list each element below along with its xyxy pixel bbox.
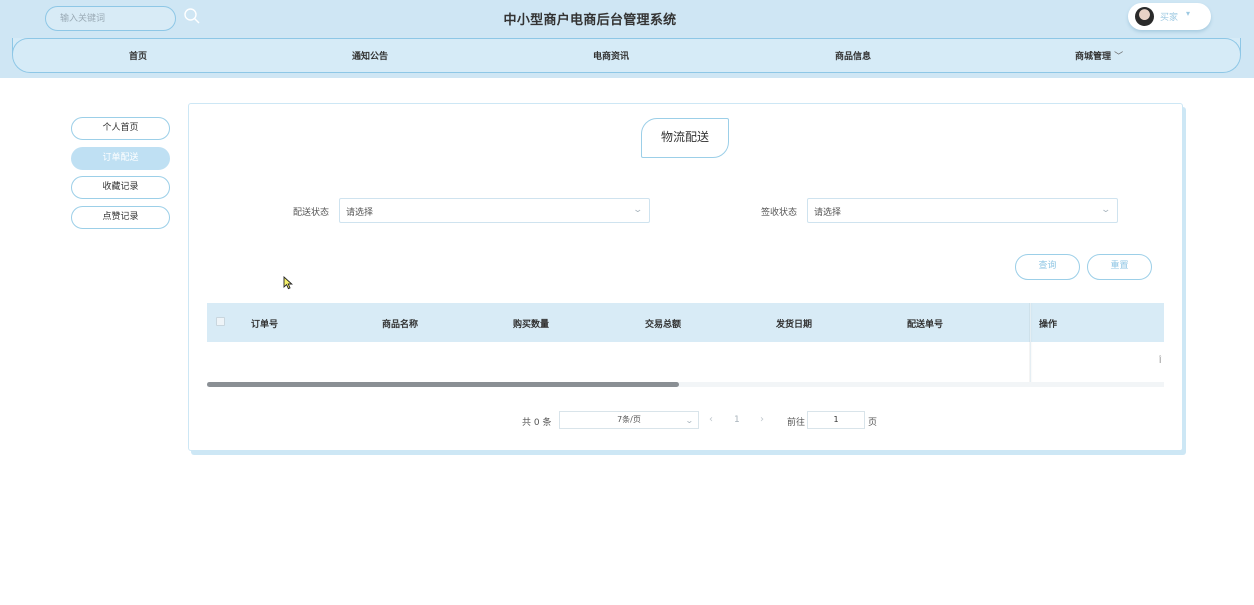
chevron-down-icon: ﹀ (1114, 52, 1124, 62)
chevron-down-icon: ⌄ (685, 416, 695, 425)
sign-status-placeholder: 请选择 (814, 208, 842, 218)
sidebar-item-likes[interactable]: 点赞记录 (71, 206, 170, 229)
column-header-actions: 操作 (1039, 320, 1058, 330)
sidebar-item-order-delivery[interactable]: 订单配送 (71, 147, 170, 170)
user-name: 买家 (1160, 13, 1179, 23)
delivery-status-select[interactable]: 请选择 ⌄ (339, 198, 650, 223)
main-nav: 首页 通知公告 电商资讯 商品信息 商城管理 ﹀ (12, 38, 1241, 73)
nav-item-news[interactable]: 电商资讯 (593, 49, 629, 62)
mouse-cursor-icon (283, 276, 293, 290)
sign-status-select[interactable]: 请选择 ⌄ (807, 198, 1118, 223)
nav-item-notice[interactable]: 通知公告 (352, 49, 388, 62)
clipped-empty-text: Î (1159, 356, 1162, 365)
select-all-checkbox[interactable] (216, 317, 225, 326)
horizontal-scrollbar-thumb[interactable] (207, 382, 679, 387)
column-header-product-name[interactable]: 商品名称 (382, 317, 418, 330)
column-header-ship-date[interactable]: 发货日期 (776, 317, 812, 330)
fixed-column-divider (1030, 303, 1031, 387)
page-suffix-label: 页 (868, 418, 878, 428)
page-title: 物流配送 (641, 118, 729, 158)
pagination-total: 共 0 条 (522, 418, 552, 428)
page-size-select[interactable]: 7条/页 ⌄ (559, 411, 699, 429)
goto-label: 前往 (787, 418, 806, 428)
nav-item-mall-manage[interactable]: 商城管理 ﹀ (1075, 49, 1123, 62)
column-header-quantity[interactable]: 购买数量 (513, 317, 549, 330)
delivery-status-placeholder: 请选择 (346, 208, 374, 218)
chevron-down-icon: ⌄ (1100, 205, 1112, 215)
column-header-order-no[interactable]: 订单号 (251, 317, 278, 330)
chevron-down-icon: ⌄ (632, 205, 644, 215)
table-header: 订单号 商品名称 购买数量 交易总额 发货日期 配送单号 操作 (207, 303, 1164, 342)
delivery-status-label: 配送状态 (293, 208, 330, 218)
sign-status-label: 签收状态 (761, 208, 798, 218)
query-button[interactable]: 查询 (1015, 254, 1080, 280)
nav-item-mall-manage-label: 商城管理 (1075, 52, 1112, 62)
avatar (1135, 7, 1154, 26)
top-header: 中小型商户电商后台管理系统 买家 ▾ 首页 通知公告 电商资讯 商品信息 商城管… (0, 0, 1254, 78)
next-page-icon[interactable]: › (760, 414, 764, 425)
column-header-delivery-no[interactable]: 配送单号 (907, 317, 943, 330)
reset-button[interactable]: 重置 (1087, 254, 1152, 280)
column-header-total-amount[interactable]: 交易总额 (645, 317, 681, 330)
sidebar-item-favorites[interactable]: 收藏记录 (71, 176, 170, 199)
sidebar-item-profile[interactable]: 个人首页 (71, 117, 170, 140)
main-card: 物流配送 配送状态 请选择 ⌄ 签收状态 请选择 ⌄ 查询 重置 订单号 商品名… (188, 103, 1183, 451)
site-title: 中小型商户电商后台管理系统 (503, 13, 677, 28)
user-menu[interactable]: 买家 ▾ (1128, 3, 1211, 30)
prev-page-icon[interactable]: ‹ (709, 414, 713, 425)
nav-item-products[interactable]: 商品信息 (835, 49, 871, 62)
nav-item-home[interactable]: 首页 (129, 49, 147, 62)
page-size-value: 7条/页 (617, 415, 641, 424)
chevron-down-icon: ▾ (1186, 9, 1191, 18)
page-number-current[interactable]: 1 (734, 415, 740, 425)
goto-page-input[interactable]: 1 (807, 411, 865, 429)
